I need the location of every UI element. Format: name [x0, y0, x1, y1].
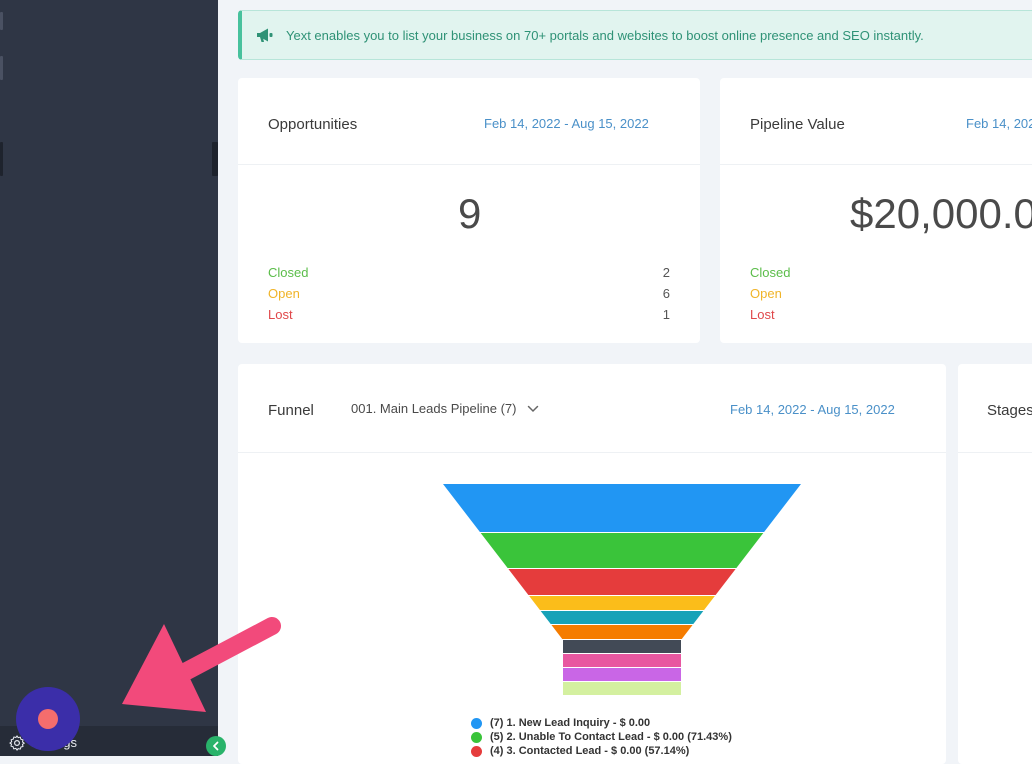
legend-label: (7) 1. New Lead Inquiry - $ 0.00 [490, 717, 651, 729]
chevron-left-icon [213, 741, 219, 751]
legend-label: (4) 3. Contacted Lead - $ 0.00 (57.14%) [490, 745, 690, 757]
card-header: Opportunities Feb 14, 2022 - Aug 15, 202… [238, 78, 700, 165]
funnel-legend: (7) 1. New Lead Inquiry - $ 0.00 (5) 2. … [471, 716, 732, 758]
record-button[interactable] [16, 687, 80, 751]
funnel-card: Funnel 001. Main Leads Pipeline (7) Feb … [238, 364, 946, 764]
stat-label-closed: Closed [750, 265, 791, 280]
pipeline-value-card: Pipeline Value Feb 14, 2022 - Aug 15, 20… [720, 78, 1032, 343]
stat-label-open: Open [750, 286, 782, 301]
card-header: Pipeline Value Feb 14, 2022 - Aug 15, 20… [720, 78, 1032, 165]
sidebar-scroll-mark [0, 56, 3, 80]
funnel-segment[interactable] [529, 596, 715, 610]
card-title: Pipeline Value [750, 116, 845, 133]
stat-label-closed: Closed [268, 265, 309, 280]
sidebar-scroll-mark [212, 142, 218, 176]
sidebar-collapse-button[interactable] [206, 736, 226, 756]
funnel-segment[interactable] [563, 668, 681, 681]
legend-item[interactable]: (5) 2. Unable To Contact Lead - $ 0.00 (… [471, 730, 732, 744]
stat-value-lost: 1 [662, 307, 670, 322]
opportunities-total: 9 [458, 190, 482, 237]
legend-swatch [471, 717, 482, 729]
stages-card: Stages [958, 364, 1032, 764]
legend-label: (5) 2. Unable To Contact Lead - $ 0.00 (… [490, 731, 732, 743]
legend-swatch [471, 745, 482, 757]
stat-label-lost: Lost [750, 307, 775, 322]
funnel-segment[interactable] [563, 640, 681, 653]
funnel-segment[interactable] [563, 682, 681, 695]
stat-value-open: 6 [662, 286, 670, 301]
stat-label-lost: Lost [268, 307, 293, 322]
card-header: Stages [958, 364, 1032, 453]
funnel-segment[interactable] [508, 569, 736, 595]
funnel-segment[interactable] [551, 625, 693, 639]
info-banner: Yext enables you to list your business o… [238, 10, 1032, 60]
stat-label-open: Open [268, 286, 300, 301]
funnel-segment[interactable] [540, 611, 704, 624]
opportunities-card: Opportunities Feb 14, 2022 - Aug 15, 202… [238, 78, 700, 343]
funnel-segment[interactable] [563, 654, 681, 667]
stat-value-closed: 2 [662, 265, 670, 280]
date-range[interactable]: Feb 14, 2022 - Aug 15, 2022 [484, 116, 649, 131]
date-range[interactable]: Feb 14, 2022 - Aug 15, 2022 [966, 116, 1032, 131]
funnel-chart [443, 484, 801, 695]
card-title: Opportunities [268, 116, 358, 133]
legend-item[interactable]: (7) 1. New Lead Inquiry - $ 0.00 [471, 716, 732, 730]
record-icon [38, 709, 58, 729]
megaphone-icon [257, 28, 273, 42]
sidebar-scroll-mark [0, 12, 3, 30]
sidebar-scroll-mark [0, 142, 3, 176]
funnel-segment[interactable] [443, 484, 801, 532]
pipeline-value-total: $20,000.00 [850, 190, 1032, 237]
card-title: Stages [987, 402, 1032, 419]
legend-swatch [471, 731, 482, 743]
banner-text: Yext enables you to list your business o… [286, 27, 924, 43]
annotation-arrow [122, 617, 281, 712]
funnel-segment[interactable] [480, 533, 764, 568]
